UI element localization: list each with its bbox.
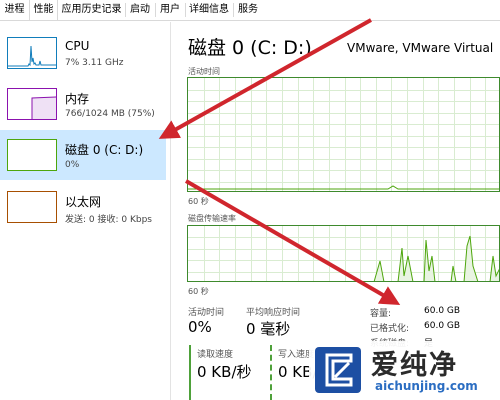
sidebar-item-ethernet[interactable]: 以太网 发送: 0 接收: 0 Kbps <box>0 182 166 232</box>
watermark-text: 爱纯净 <box>371 350 458 381</box>
watermark: 爱纯净 aichunjing.com <box>309 341 500 400</box>
sidebar-item-detail: 766/1024 MB (75%) <box>65 109 155 119</box>
watermark-url: aichunjing.com <box>375 379 478 393</box>
tab-startup[interactable]: 启动 <box>125 0 155 20</box>
read-speed-box: 读取速度 0 KB/秒 <box>189 345 264 400</box>
graph-label: 活动时间 <box>188 67 220 76</box>
device-name: VMware, VMware Virtual <box>347 41 494 55</box>
sidebar-item-disk[interactable]: 磁盘 0 (C: D:) 0% <box>0 130 166 180</box>
transfer-rate-graph <box>187 225 500 282</box>
sidebar-item-detail: 0% <box>65 160 80 170</box>
capacity-value: 60.0 GB <box>424 306 461 316</box>
sidebar-item-detail: 发送: 0 接收: 0 Kbps <box>65 215 152 225</box>
read-speed-label: 读取速度 <box>197 350 234 360</box>
sidebar-item-cpu[interactable]: CPU 7% 3.11 GHz <box>0 28 166 78</box>
cpu-thumbnail-graph <box>7 37 57 69</box>
active-time-graph <box>187 77 500 192</box>
disk-thumbnail-graph <box>7 139 57 171</box>
tab-app-history[interactable]: 应用历史记录 <box>58 0 125 20</box>
graph-label: 磁盘传输速率 <box>188 214 236 223</box>
active-time-label: 活动时间 <box>188 308 225 318</box>
tab-bar: 进程 性能 应用历史记录 启动 用户 详细信息 服务 <box>0 0 500 21</box>
formatted-value: 60.0 GB <box>424 321 461 331</box>
response-time-value: 0 毫秒 <box>246 320 291 338</box>
sidebar-item-detail: 7% 3.11 GHz <box>65 58 124 68</box>
tab-users[interactable]: 用户 <box>155 0 185 20</box>
read-speed-value: 0 KB/秒 <box>197 363 252 381</box>
formatted-label: 已格式化: <box>370 324 410 334</box>
sidebar-item-memory[interactable]: 内存 766/1024 MB (75%) <box>0 79 166 129</box>
capacity-label: 容量: <box>370 309 392 319</box>
page-title: 磁盘 0 (C: D:) <box>188 37 312 59</box>
tab-processes[interactable]: 进程 <box>0 0 29 20</box>
graph-time-label: 60 秒 <box>188 197 209 206</box>
ethernet-thumbnail-graph <box>7 191 57 223</box>
memory-thumbnail-graph <box>7 88 57 120</box>
tab-services[interactable]: 服务 <box>233 0 263 20</box>
watermark-logo-icon <box>315 347 361 393</box>
performance-sidebar: CPU 7% 3.11 GHz 内存 766/1024 MB (75%) 磁盘 … <box>0 22 171 400</box>
sidebar-item-label: 内存 <box>65 92 90 106</box>
sidebar-item-label: CPU <box>65 39 90 53</box>
tab-performance[interactable]: 性能 <box>29 0 58 20</box>
tab-details[interactable]: 详细信息 <box>185 0 233 20</box>
sidebar-item-label: 以太网 <box>65 195 102 209</box>
response-time-label: 平均响应时间 <box>246 308 301 318</box>
active-time-value: 0% <box>188 318 212 336</box>
graph-time-label: 60 秒 <box>188 287 209 296</box>
sidebar-item-label: 磁盘 0 (C: D:) <box>65 143 144 157</box>
